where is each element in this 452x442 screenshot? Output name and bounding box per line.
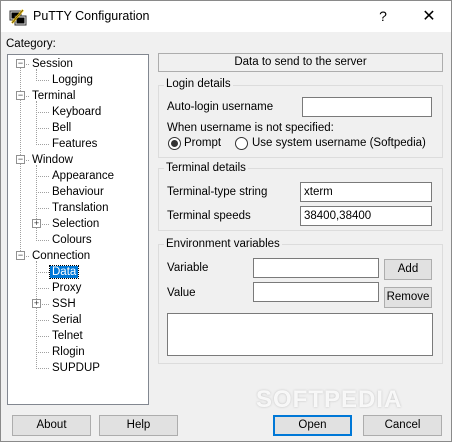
tree-item-label: Connection [32, 250, 91, 262]
tree-line [36, 192, 49, 193]
tree-line [36, 128, 49, 129]
help-button[interactable]: Help [99, 415, 178, 436]
remove-button[interactable]: Remove [384, 287, 432, 308]
tree-item-rlogin[interactable]: Rlogin [52, 344, 85, 360]
about-button[interactable]: About [12, 415, 91, 436]
softpedia-watermark: SOFTPEDIA [256, 386, 403, 413]
open-button[interactable]: Open [273, 415, 352, 436]
tree-line [36, 320, 49, 321]
category-label: Category: [6, 38, 56, 50]
tree-item-label: Proxy [52, 282, 82, 294]
terminal-speeds-label: Terminal speeds [167, 210, 251, 222]
tree-line [36, 272, 49, 273]
terminal-type-input[interactable]: xterm [300, 182, 432, 202]
help-title-button[interactable]: ? [363, 1, 403, 32]
tree-item-connection[interactable]: Connection [32, 248, 90, 264]
add-button[interactable]: Add [384, 259, 432, 280]
variable-label: Variable [167, 262, 209, 274]
tree-item-label: Telnet [52, 330, 83, 342]
tree-line [36, 112, 49, 113]
title-bar: PuTTY Configuration ? ✕ [1, 1, 451, 32]
tree-item-appearance[interactable]: Appearance [52, 168, 114, 184]
tree-item-bell[interactable]: Bell [52, 120, 71, 136]
variable-input[interactable] [253, 258, 379, 278]
tree-item-label: Session [32, 58, 73, 70]
collapse-icon[interactable]: − [16, 59, 25, 68]
tree-line [36, 368, 49, 369]
tree-line [36, 208, 49, 209]
tree-item-label: Translation [52, 202, 109, 214]
tree-item-label: Logging [52, 74, 93, 86]
environment-variables-list[interactable] [167, 313, 433, 356]
autologin-input[interactable] [302, 97, 432, 117]
system-username-radio[interactable] [235, 137, 248, 150]
collapse-icon[interactable]: − [16, 251, 25, 260]
tree-item-label: Keyboard [52, 106, 102, 118]
collapse-icon[interactable]: − [16, 155, 25, 164]
cancel-button[interactable]: Cancel [363, 415, 442, 436]
terminal-type-label: Terminal-type string [167, 186, 268, 198]
prompt-radio-label[interactable]: Prompt [184, 137, 221, 149]
tree-line [36, 240, 49, 241]
tree-item-label: Serial [52, 314, 82, 326]
tree-item-label: Rlogin [52, 346, 85, 358]
value-label: Value [167, 287, 196, 299]
tree-item-label: Terminal [32, 90, 76, 102]
close-button[interactable]: ✕ [409, 1, 449, 32]
tree-item-proxy[interactable]: Proxy [52, 280, 81, 296]
tree-item-label: Selection [52, 218, 100, 230]
tree-item-logging[interactable]: Logging [52, 72, 93, 88]
panel-header: Data to send to the server [158, 53, 443, 72]
tree-item-colours[interactable]: Colours [52, 232, 92, 248]
autologin-label: Auto-login username [167, 101, 274, 113]
login-details-title: Login details [164, 78, 233, 90]
putty-app-icon [9, 9, 27, 26]
tree-item-session[interactable]: Session [32, 56, 73, 72]
tree-line [36, 144, 49, 145]
tree-line [36, 176, 49, 177]
tree-line [36, 288, 49, 289]
collapse-icon[interactable]: − [16, 91, 25, 100]
tree-item-label: SSH [52, 298, 76, 310]
putty-config-window: PuTTY Configuration ? ✕ Category: Sessio… [0, 0, 452, 442]
environment-variables-title: Environment variables [164, 238, 282, 250]
tree-line [36, 336, 49, 337]
tree-item-serial[interactable]: Serial [52, 312, 81, 328]
terminal-details-title: Terminal details [164, 162, 248, 174]
tree-item-telnet[interactable]: Telnet [52, 328, 83, 344]
tree-item-label: Colours [52, 234, 92, 246]
username-unspecified-label: When username is not specified: [167, 122, 334, 134]
tree-item-terminal[interactable]: Terminal [32, 88, 75, 104]
tree-item-features[interactable]: Features [52, 136, 97, 152]
tree-item-ssh[interactable]: SSH [52, 296, 76, 312]
tree-item-label: Window [32, 154, 73, 166]
tree-item-label: SUPDUP [52, 362, 100, 374]
value-input[interactable] [253, 282, 379, 302]
tree-item-label: Behaviour [52, 186, 104, 198]
tree-item-data[interactable]: Data [48, 264, 80, 280]
tree-line [36, 101, 37, 145]
tree-item-keyboard[interactable]: Keyboard [52, 104, 101, 120]
tree-item-label: Bell [52, 122, 72, 134]
terminal-speeds-input[interactable]: 38400,38400 [300, 206, 432, 226]
expand-icon[interactable]: + [32, 219, 41, 228]
tree-item-translation[interactable]: Translation [52, 200, 108, 216]
tree-item-behaviour[interactable]: Behaviour [52, 184, 104, 200]
system-username-label[interactable]: Use system username (Softpedia) [252, 137, 426, 149]
tree-item-window[interactable]: Window [32, 152, 73, 168]
window-title: PuTTY Configuration [33, 9, 150, 23]
tree-item-label: Data [48, 265, 80, 279]
tree-item-selection[interactable]: Selection [52, 216, 99, 232]
category-tree[interactable]: Session − Logging Terminal − Keyboard Bell Feat… [7, 54, 149, 405]
prompt-radio[interactable] [168, 137, 181, 150]
tree-item-label: Appearance [52, 170, 115, 182]
tree-line [36, 352, 49, 353]
tree-item-label: Features [52, 138, 98, 150]
tree-line [36, 80, 49, 81]
expand-icon[interactable]: + [32, 299, 41, 308]
tree-item-supdup[interactable]: SUPDUP [52, 360, 100, 376]
